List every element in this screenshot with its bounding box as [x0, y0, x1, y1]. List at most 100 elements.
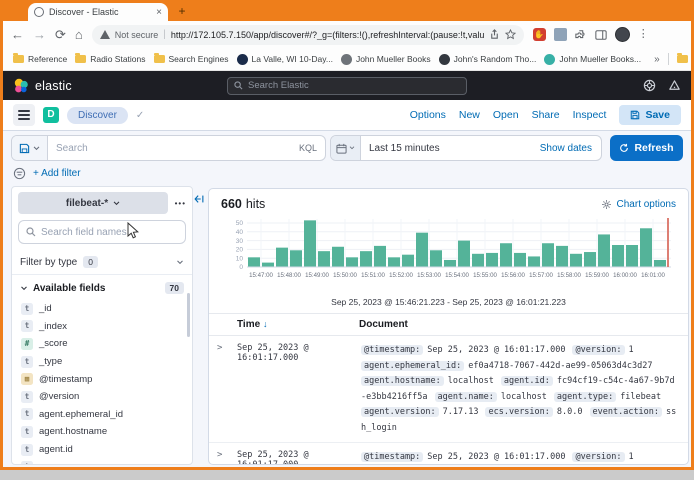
- share-icon[interactable]: [489, 29, 500, 40]
- hits-histogram[interactable]: 0102030405015:47:0015:48:0015:49:0015:50…: [209, 213, 688, 294]
- side-panel-icon[interactable]: [595, 29, 607, 41]
- browser-menu-icon[interactable]: ⋮: [638, 28, 649, 41]
- open-button[interactable]: Open: [493, 109, 519, 121]
- save-button[interactable]: Save: [619, 105, 681, 125]
- expand-row-icon[interactable]: >: [217, 343, 237, 436]
- histogram-svg: 0102030405015:47:0015:48:0015:49:0015:50…: [219, 215, 677, 289]
- help-lifebuoy-icon[interactable]: [643, 79, 656, 92]
- search-icon: [234, 81, 243, 90]
- index-pattern-options-button[interactable]: •••: [175, 199, 186, 208]
- field-item[interactable]: t_index: [12, 318, 192, 336]
- field-item[interactable]: tagent.id: [12, 441, 192, 459]
- bookmark-item[interactable]: John Mueller Books...: [544, 54, 641, 65]
- bookmark-item[interactable]: La Valle, WI 10-Day...: [237, 54, 333, 65]
- reload-icon[interactable]: ⟳: [55, 28, 66, 41]
- field-item[interactable]: t agent.hostname: [12, 423, 192, 441]
- breadcrumb[interactable]: Discover: [67, 107, 128, 124]
- bookmarks-bar: Reference Radio Stations Search Engines La …: [3, 48, 691, 71]
- bookmark-item[interactable]: Reference: [13, 54, 67, 64]
- field-item[interactable]: ▦@timestamp: [12, 370, 192, 388]
- home-icon[interactable]: ⌂: [75, 28, 83, 41]
- field-item[interactable]: t_id: [12, 300, 192, 318]
- share-button[interactable]: Share: [532, 109, 560, 121]
- folder-icon: [154, 55, 165, 63]
- index-pattern-selector[interactable]: filebeat-*: [18, 192, 168, 214]
- svg-text:20: 20: [236, 247, 244, 254]
- url-separator: |: [163, 29, 166, 40]
- doc-field-value: Sep 25, 2023 @ 16:01:17.000: [427, 452, 565, 462]
- filter-by-type-toggle[interactable]: Filter by type 0: [12, 250, 192, 275]
- available-fields-count-badge: 70: [165, 282, 184, 294]
- show-dates-button[interactable]: Show dates: [540, 143, 601, 154]
- inspect-button[interactable]: Inspect: [573, 109, 607, 121]
- back-icon[interactable]: ←: [11, 28, 24, 41]
- global-search-placeholder: Search Elastic: [248, 80, 309, 91]
- bookmark-item[interactable]: John Mueller Books: [341, 54, 431, 65]
- field-search-input[interactable]: Search field names: [18, 220, 186, 244]
- field-item[interactable]: tagent.name: [12, 458, 192, 465]
- sidebar-scrollbar[interactable]: [187, 293, 190, 337]
- new-button[interactable]: New: [459, 109, 480, 121]
- new-tab-button[interactable]: +: [175, 4, 189, 18]
- chevron-down-icon: [176, 260, 184, 265]
- bookmarks-divider: [668, 53, 669, 65]
- svg-text:15:53:00: 15:53:00: [417, 272, 441, 279]
- chart-options-button[interactable]: Chart options: [601, 199, 676, 210]
- filter-menu-icon[interactable]: [13, 167, 26, 180]
- search-input[interactable]: Search KQL: [48, 136, 325, 160]
- url-text[interactable]: http://172.105.7.150/app/discover#/?_g=(…: [171, 30, 484, 40]
- time-column-header[interactable]: Time ↓: [237, 319, 359, 330]
- bookmark-item[interactable]: Radio Stations: [75, 54, 145, 64]
- profile-avatar[interactable]: [615, 27, 630, 42]
- bookmark-item[interactable]: John's Random Tho...: [439, 54, 537, 65]
- field-search-placeholder: Search field names: [41, 227, 127, 238]
- window-bottom-edge: [0, 470, 694, 480]
- field-name: agent.hostname: [39, 426, 107, 437]
- chart-time-range-caption: Sep 25, 2023 @ 15:46:21.223 - Sep 25, 20…: [209, 294, 688, 313]
- screenshot-extension-icon[interactable]: [554, 28, 567, 41]
- bookmarks-overflow-chevron[interactable]: »: [654, 54, 660, 65]
- bookmark-star-icon[interactable]: [505, 29, 516, 40]
- svg-text:15:59:00: 15:59:00: [585, 272, 609, 279]
- saved-query-menu-button[interactable]: [12, 136, 48, 160]
- alerts-bell-icon[interactable]: [668, 79, 681, 92]
- collapse-sidebar-icon[interactable]: [193, 193, 205, 205]
- add-filter-button[interactable]: + Add filter: [33, 168, 81, 179]
- field-item[interactable]: tagent.ephemeral_id: [12, 406, 192, 424]
- table-row: >Sep 25, 2023 @ 16:01:17.000@timestamp:S…: [209, 443, 688, 465]
- doc-field-name: agent.ephemeral_id:: [361, 361, 464, 371]
- date-quick-menu-button[interactable]: [331, 136, 361, 160]
- bookmarks-list: Reference Radio Stations Search Engines La …: [13, 54, 649, 65]
- kql-language-button[interactable]: KQL: [299, 143, 317, 153]
- refresh-button[interactable]: Refresh: [610, 135, 683, 161]
- expand-row-icon[interactable]: >: [217, 450, 237, 465]
- available-fields-header[interactable]: Available fields 70: [12, 275, 192, 299]
- string-field-type-icon: t: [21, 461, 33, 465]
- field-item[interactable]: #_score: [12, 335, 192, 353]
- field-item[interactable]: t_type: [12, 353, 192, 371]
- fields-sidebar: filebeat-* ••• Search field names Filter…: [11, 186, 193, 465]
- tab-close-icon[interactable]: ×: [156, 7, 162, 18]
- field-name: @version: [39, 391, 79, 402]
- chevron-down-icon: [113, 201, 120, 206]
- browser-tab[interactable]: Discover - Elastic ×: [28, 3, 168, 21]
- svg-text:30: 30: [236, 238, 244, 245]
- not-secure-label[interactable]: Not secure: [115, 30, 159, 40]
- time-range-value[interactable]: Last 15 minutes: [361, 143, 540, 154]
- string-field-type-icon: t: [21, 426, 33, 438]
- all-bookmarks-button[interactable]: All Bookmarks: [677, 54, 691, 64]
- global-search-input[interactable]: Search Elastic: [227, 77, 467, 95]
- address-bar[interactable]: Not secure | http://172.105.7.150/app/di…: [92, 25, 524, 45]
- field-item[interactable]: t@version: [12, 388, 192, 406]
- svg-text:15:49:00: 15:49:00: [305, 272, 329, 279]
- main-menu-button[interactable]: [13, 104, 35, 126]
- string-field-type-icon: t: [21, 320, 33, 332]
- forward-icon[interactable]: →: [33, 28, 46, 41]
- adblock-extension-icon[interactable]: ✋: [533, 28, 546, 41]
- bookmark-item[interactable]: Search Engines: [154, 54, 229, 64]
- options-button[interactable]: Options: [410, 109, 446, 121]
- extensions-puzzle-icon[interactable]: [575, 29, 587, 41]
- bookmark-label: La Valle, WI 10-Day...: [252, 54, 333, 64]
- sort-desc-icon[interactable]: ↓: [263, 319, 268, 329]
- elastic-brand[interactable]: elastic: [13, 78, 72, 94]
